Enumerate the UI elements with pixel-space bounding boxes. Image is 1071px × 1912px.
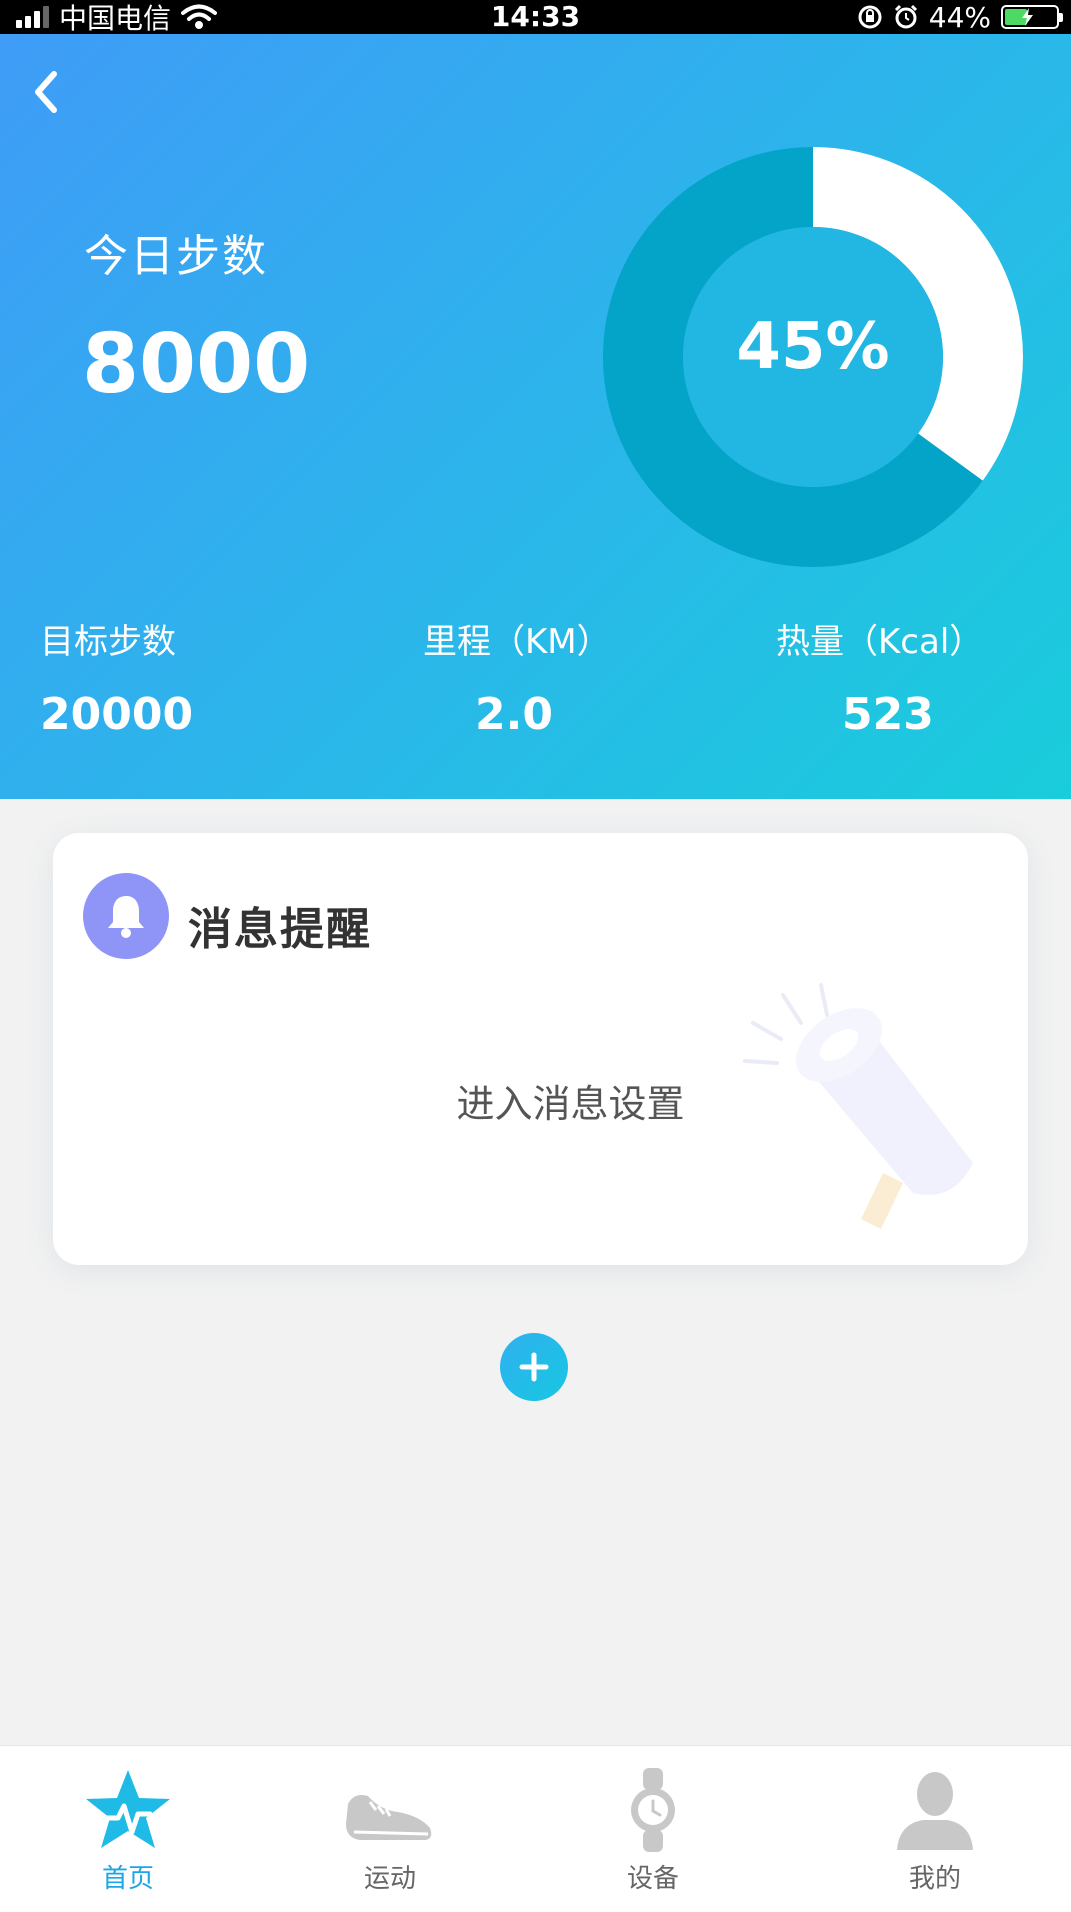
today-steps-value: 8000	[82, 317, 311, 412]
watch-icon	[631, 1768, 675, 1852]
orientation-lock-icon	[858, 5, 882, 29]
tab-label: 设备	[626, 1864, 679, 1894]
stat-value: 2.0	[475, 689, 553, 740]
card-title: 消息提醒	[188, 904, 372, 955]
stats-row: 目标步数 20000 里程（KM） 2.0 热量（Kcal） 523	[0, 614, 1071, 744]
charging-bolt-icon	[1022, 8, 1033, 26]
status-right: 44%	[857, 0, 1063, 34]
tab-label: 我的	[908, 1864, 961, 1894]
today-steps-title: 今日步数	[84, 231, 268, 282]
megaphone-icon	[743, 983, 973, 1229]
tab-mine[interactable]: 我的	[835, 1746, 1035, 1912]
user-icon	[897, 1772, 973, 1850]
bell-icon	[83, 873, 169, 959]
stat-value: 20000	[40, 689, 194, 740]
tab-label: 首页	[101, 1864, 154, 1894]
back-button[interactable]	[22, 64, 72, 120]
progress-label: 45%	[736, 310, 890, 384]
star-pulse-icon	[86, 1770, 170, 1848]
battery-percent: 44%	[928, 0, 991, 34]
add-button[interactable]	[500, 1333, 568, 1401]
message-settings-label: 进入消息设置	[456, 1082, 685, 1126]
message-reminder-card[interactable]: 消息提醒 进入消息设置	[53, 833, 1028, 1265]
alarm-icon	[894, 4, 917, 29]
chevron-left-icon	[35, 71, 57, 113]
battery-icon	[1001, 5, 1063, 29]
tab-device[interactable]: 设备	[553, 1746, 753, 1912]
sneaker-icon	[346, 1795, 432, 1840]
tab-sport[interactable]: 运动	[290, 1746, 490, 1912]
stat-distance: 里程（KM） 2.0	[423, 614, 611, 740]
steps-summary: 今日步数 8000 45% 目标步数 20000 里程（KM） 2.0 热量（K…	[0, 34, 1071, 799]
stat-label: 里程（KM）	[423, 622, 611, 662]
stat-value: 523	[842, 689, 934, 740]
stat-label: 目标步数	[40, 622, 176, 662]
status-bar: 中国电信 14:33 44%	[0, 0, 1071, 35]
stat-label: 热量（Kcal）	[776, 622, 984, 662]
stat-goal-steps: 目标步数 20000	[40, 614, 193, 740]
tab-label: 运动	[363, 1864, 416, 1894]
tab-home[interactable]: 首页	[28, 1746, 228, 1912]
plus-icon	[519, 1352, 549, 1382]
bottom-tab-bar: 首页 运动 设备 我的	[0, 1745, 1071, 1912]
stat-calories: 热量（Kcal） 523	[776, 614, 983, 740]
